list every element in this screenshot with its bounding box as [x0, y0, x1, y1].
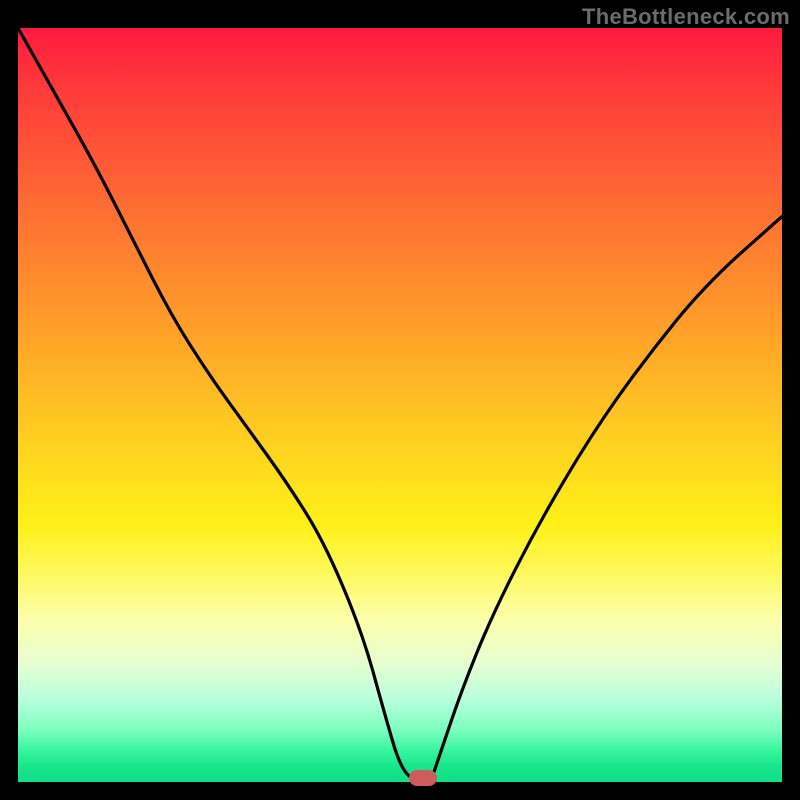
curve-layer [18, 28, 782, 782]
min-marker [409, 770, 437, 786]
bottleneck-curve [18, 28, 782, 782]
plot-area [18, 28, 782, 782]
watermark-text: TheBottleneck.com [582, 4, 790, 30]
chart-frame: TheBottleneck.com [0, 0, 800, 800]
